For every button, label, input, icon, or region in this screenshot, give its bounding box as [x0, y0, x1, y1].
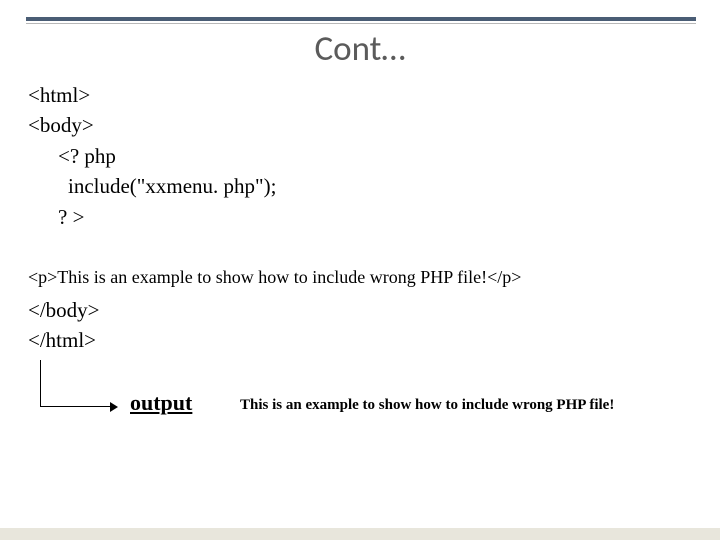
code-line: <html> — [28, 80, 276, 110]
code-line: <? php — [28, 141, 276, 171]
code-line: include("xxmenu. php"); — [28, 171, 276, 201]
code-line: </body> — [28, 295, 100, 325]
header-rule — [26, 17, 696, 21]
output-label: output — [130, 390, 192, 416]
slide-title: Cont… — [0, 28, 720, 70]
code-line: ? > — [28, 202, 276, 232]
code-line: </html> — [28, 325, 100, 355]
arrow-connector — [40, 370, 118, 422]
footer-band — [0, 528, 720, 540]
output-text: This is an example to show how to includ… — [240, 397, 614, 414]
code-close: </body> </html> — [28, 295, 100, 356]
arrow-right-icon — [110, 402, 118, 412]
code-line: <p>This is an example to show how to inc… — [28, 267, 521, 288]
code-block: <html> <body> <? php include("xxmenu. ph… — [28, 80, 276, 232]
code-line: <body> — [28, 110, 276, 140]
